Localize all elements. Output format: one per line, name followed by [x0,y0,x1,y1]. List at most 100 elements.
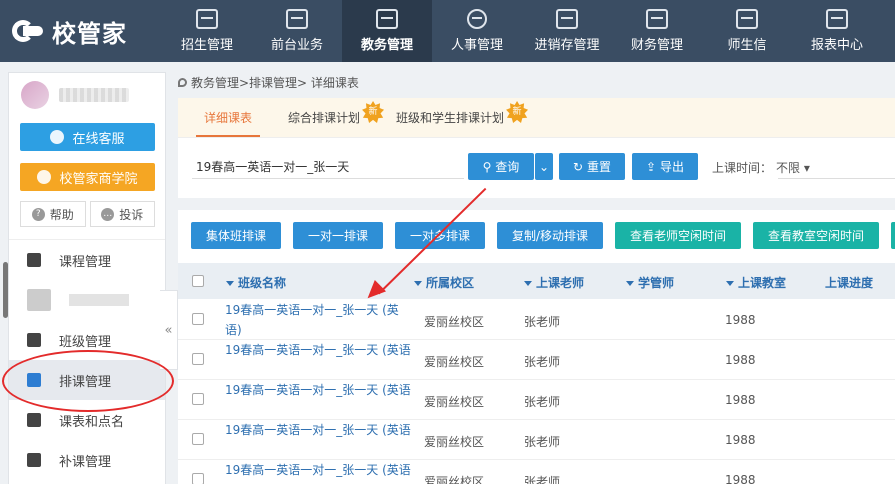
search-panel: 详细课表 综合排课计划新 班级和学生排课计划新 ⚲ 查询 ⌄ ↻ 重置 ⇪ 导出… [178,98,895,198]
nav-item-inventory[interactable]: 进销存管理 [522,0,612,62]
upload-icon: ⇪ [646,159,657,174]
row-checkbox[interactable] [192,353,204,365]
class-name-link[interactable]: 19春高一英语一对一_张一天 (英语 [225,380,415,400]
class-name-link[interactable]: 19春高一英语一对一_张一天 (英语) [225,300,415,340]
nav-label: 师生信 [727,38,767,53]
help-label: 帮助 [49,207,74,222]
header-label: 上课进度 [825,276,874,290]
brand-name: 校管家 [52,19,127,48]
chat-bubble-icon [50,130,65,144]
time-filter-select[interactable]: 不限 ▾ [776,159,810,176]
nav-label: 招生管理 [180,38,233,53]
class-icon [27,333,41,347]
academy-button[interactable]: 校管家商学院 [20,163,155,191]
row-checkbox[interactable] [192,473,204,484]
one-to-many-schedule-button[interactable]: 一对多排课 [395,222,485,249]
teacher-cell: 张老师 [524,355,561,369]
campus-cell: 爱丽丝校区 [424,315,485,329]
nav-item-enrollment[interactable]: 招生管理 [162,0,252,62]
blurred-icon [27,289,51,311]
table-row[interactable]: 19春高一英语一对一_张一天 (英语 爱丽丝校区 张老师 1988 [178,340,895,380]
sidebar: 在线客服 校管家商学院 ? 帮助 … 投诉 课程管理 班级管理 排课管理 课表和点名… [8,72,166,484]
chart-icon [826,9,848,29]
table-row[interactable]: 19春高一英语一对一_张一天 (英语 爱丽丝校区 张老师 1988 [178,460,895,484]
tab-detailed-schedule[interactable]: 详细课表 [186,97,270,137]
search-input[interactable] [192,155,464,179]
sort-icon [726,281,734,286]
column-header-manager[interactable]: 学管师 [626,274,674,291]
one-on-one-schedule-button[interactable]: 一对一排课 [293,222,383,249]
group-class-schedule-button[interactable]: 集体班排课 [191,222,281,249]
chevron-double-left-icon: « [164,322,173,338]
brand-logo[interactable]: 校管家 [10,14,127,48]
sidebar-item-course[interactable]: 课程管理 [9,240,165,280]
complaint-button[interactable]: … 投诉 [89,201,155,227]
new-badge: 新 [506,101,529,123]
reset-button[interactable]: ↻ 重置 [559,153,625,180]
time-filter-value: 不限 [776,161,801,175]
sidebar-scrollbar[interactable] [3,262,8,318]
reset-label: 重置 [586,160,611,174]
nav-item-front-desk[interactable]: 前台业务 [252,0,342,62]
column-header-classroom[interactable]: 上课教室 [726,274,786,291]
edit-box-icon [556,9,578,29]
sidebar-item-makeup[interactable]: 补课管理 [9,440,165,480]
campus-cell: 爱丽丝校区 [424,475,485,484]
help-button[interactable]: ? 帮助 [20,201,86,227]
row-checkbox[interactable] [192,393,204,405]
search-icon: ⚲ [482,159,492,174]
column-header-class-name[interactable]: 班级名称 [226,274,286,291]
classroom-free-time-button[interactable]: 查看教室空闲时间 [753,222,879,249]
refresh-icon: ↻ [573,159,584,174]
nav-item-hr[interactable]: 人事管理 [432,0,522,62]
more-actions-button[interactable] [891,222,895,249]
export-button[interactable]: ⇪ 导出 [632,153,698,180]
user-profile[interactable] [9,73,165,117]
main-nav: 招生管理 前台业务 教务管理 人事管理 进销存管理 财务管理 师生信 报表中心 [162,0,882,62]
column-header-teacher[interactable]: 上课老师 [524,274,584,291]
query-label: 查询 [495,160,520,174]
table-row[interactable]: 19春高一英语一对一_张一天 (英语 爱丽丝校区 张老师 1988 [178,380,895,420]
book-icon [376,9,398,29]
classroom-cell: 1988 [725,393,756,407]
schedule-panel: 集体班排课 一对一排课 一对多排课 复制/移动排课 查看老师空闲时间 查看教室空… [178,210,895,484]
finance-icon [646,9,668,29]
nav-item-academic[interactable]: 教务管理 [342,0,432,62]
class-name-link[interactable]: 19春高一英语一对一_张一天 (英语 [225,340,415,360]
class-name-link[interactable]: 19春高一英语一对一_张一天 (英语 [225,460,415,480]
tab-class-student-plan[interactable]: 班级和学生排课计划新 [378,97,529,137]
chat-icon [736,9,758,29]
caret-down-icon: ▾ [803,161,810,175]
row-checkbox[interactable] [192,313,204,325]
nav-item-reports[interactable]: 报表中心 [792,0,882,62]
red-circle-annotation [2,350,174,412]
row-checkbox[interactable] [192,433,204,445]
time-filter-label: 上课时间： [712,161,773,175]
class-name-link[interactable]: 19春高一英语一对一_张一天 (英语 [225,420,415,440]
table-row[interactable]: 19春高一英语一对一_张一天 (英语) 爱丽丝校区 张老师 1988 [178,300,895,340]
sidebar-item-blurred[interactable] [9,280,165,320]
campus-cell: 爱丽丝校区 [424,355,485,369]
sidebar-collapse-button[interactable]: « [160,290,178,370]
select-all-checkbox[interactable] [192,275,204,287]
teacher-free-time-button[interactable]: 查看老师空闲时间 [615,222,741,249]
tab-label: 综合排课计划 [288,110,361,125]
table-row[interactable]: 19春高一英语一对一_张一天 (英语 爱丽丝校区 张老师 1988 [178,420,895,460]
chevron-down-icon: ⌄ [538,159,550,174]
nav-item-finance[interactable]: 财务管理 [612,0,702,62]
nav-label: 报表中心 [810,38,863,53]
online-service-button[interactable]: 在线客服 [20,123,155,151]
nav-item-messages[interactable]: 师生信 [702,0,792,62]
column-header-campus[interactable]: 所属校区 [414,274,474,291]
header-label: 学管师 [638,276,675,290]
copy-move-schedule-button[interactable]: 复制/移动排课 [497,222,603,249]
column-header-progress[interactable]: 上课进度 [825,274,873,291]
online-service-label: 在线客服 [72,131,125,147]
sidebar-item-label: 课表和点名 [59,414,125,430]
tab-comprehensive-plan[interactable]: 综合排课计划新 [270,97,385,137]
query-button[interactable]: ⚲ 查询 [468,153,534,180]
teacher-cell: 张老师 [524,475,561,484]
complaint-label: 投诉 [119,207,144,222]
query-dropdown-button[interactable]: ⌄ [535,153,553,180]
breadcrumb-text: 教务管理>排课管理> 详细课表 [191,76,359,90]
